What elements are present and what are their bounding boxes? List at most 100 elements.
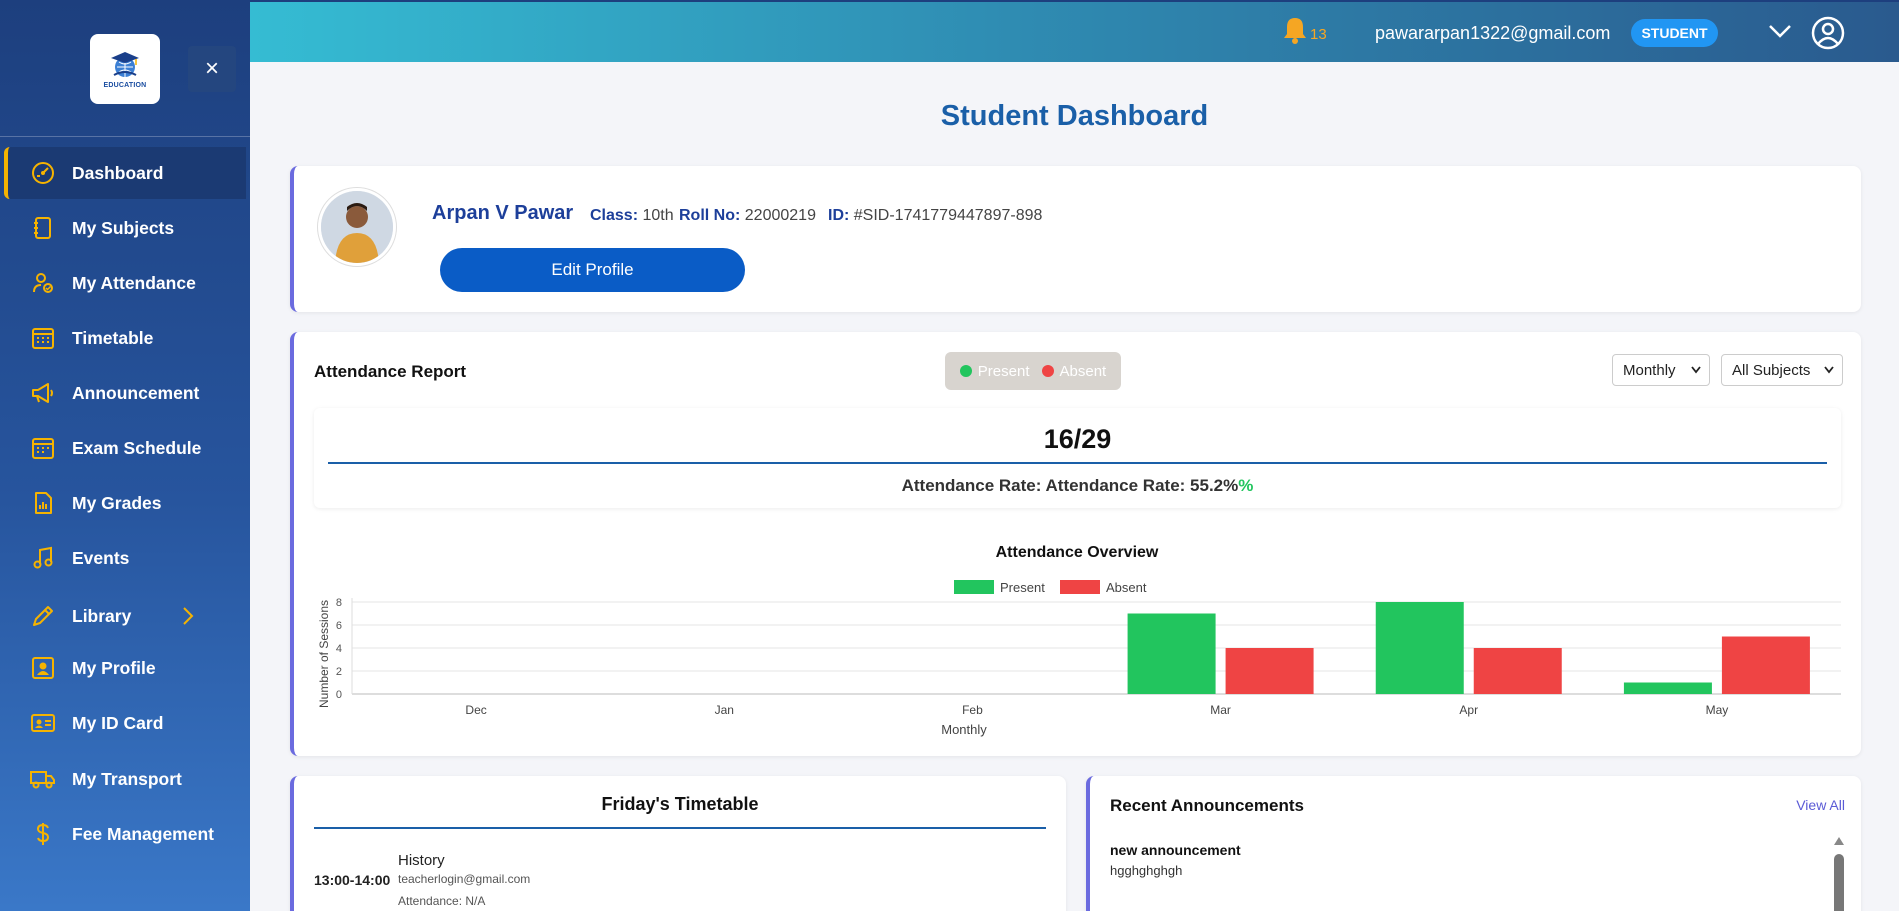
bar-present-mar xyxy=(1127,613,1216,694)
avatar xyxy=(318,188,396,266)
y-tick-label: 6 xyxy=(336,620,342,632)
scrollbar-thumb[interactable] xyxy=(1834,854,1844,911)
y-tick-label: 8 xyxy=(336,597,342,609)
legend-swatch-present xyxy=(954,580,994,594)
sidebar-item-library[interactable]: Library xyxy=(4,590,246,642)
roll-value: 22000219 xyxy=(744,207,816,224)
bar-present-may xyxy=(1623,682,1712,694)
page-title: Student Dashboard xyxy=(940,100,1209,132)
attendance-rate: Attendance Rate: Attendance Rate: 55.2%% xyxy=(314,476,1841,496)
legend-label-absent: Absent xyxy=(1106,580,1147,595)
chart-legend: Present Absent xyxy=(954,580,1147,595)
sidebar-item-timetable[interactable]: Timetable xyxy=(4,312,246,364)
calendar-icon xyxy=(30,435,56,461)
sidebar-item-my-transport[interactable]: My Transport xyxy=(4,753,246,805)
top-header: 13 pawararpan1322@gmail.com STUDENT xyxy=(250,0,1899,62)
x-tick-label: May xyxy=(1706,703,1729,717)
summary-divider xyxy=(328,462,1827,464)
class-info: Class: 10th xyxy=(590,207,674,225)
truck-icon xyxy=(30,766,56,792)
sidebar-item-label: Announcement xyxy=(72,382,200,403)
absent-dot-icon xyxy=(1041,364,1054,377)
sidebar-item-fee-management[interactable]: Fee Management xyxy=(4,808,246,860)
dollar-icon xyxy=(30,821,56,847)
user-email: pawararpan1322@gmail.com xyxy=(1375,23,1611,43)
close-sidebar-button[interactable]: × xyxy=(188,46,236,92)
profile-icon xyxy=(30,655,56,681)
chart-title: Attendance Overview xyxy=(996,544,1159,561)
dashboard-gauge-icon xyxy=(30,160,56,186)
calendar-grid-icon xyxy=(30,325,56,351)
period-select-value: Monthly xyxy=(1623,361,1676,379)
sidebar-item-my-attendance[interactable]: My Attendance xyxy=(4,257,246,309)
timetable-card: Friday's Timetable 13:00-14:00 History t… xyxy=(290,776,1066,911)
sidebar-item-my-subjects[interactable]: My Subjects xyxy=(4,202,246,254)
legend-swatch-absent xyxy=(1060,580,1100,594)
subject-select-value: All Subjects xyxy=(1732,361,1811,379)
chevron-down-icon xyxy=(1691,366,1701,374)
attendance-summary: 16/29 Attendance Rate: Attendance Rate: … xyxy=(314,408,1841,508)
student-id-info: ID: #SID-1741779447897-898 xyxy=(828,207,1042,225)
sidebar-item-my-profile[interactable]: My Profile xyxy=(4,642,246,694)
legend-label-present: Present xyxy=(1000,580,1045,595)
legend-absent: Absent xyxy=(1041,363,1106,380)
sidebar-item-label: My Transport xyxy=(72,768,182,789)
roll-label: Roll No: xyxy=(679,207,741,224)
announcements-title: Recent Announcements xyxy=(1110,796,1304,815)
notification-bell-icon[interactable] xyxy=(1282,16,1308,44)
sidebar-item-dashboard[interactable]: Dashboard xyxy=(4,147,246,199)
attendance-legend: Present Absent xyxy=(945,352,1121,390)
report-chart-icon xyxy=(30,490,56,516)
megaphone-icon xyxy=(30,380,56,406)
view-all-link[interactable]: View All xyxy=(1796,797,1845,813)
legend-present: Present xyxy=(959,363,1030,380)
attendance-report-card: Attendance Report Present Absent Monthly… xyxy=(290,332,1861,756)
announcements-card: Recent Announcements View All new announ… xyxy=(1086,776,1861,911)
announcement-title[interactable]: new announcement xyxy=(1110,842,1241,858)
sidebar-item-my-grades[interactable]: My Grades xyxy=(4,477,246,529)
logo-text: EDUCATION xyxy=(103,81,147,89)
sidebar-item-my-id-card[interactable]: My ID Card xyxy=(4,697,246,749)
period-select[interactable]: Monthly xyxy=(1612,354,1710,386)
role-badge: STUDENT xyxy=(1631,19,1718,47)
period-attendance: Attendance: N/A xyxy=(398,894,486,908)
bar-absent-apr xyxy=(1473,648,1562,694)
sidebar-item-events[interactable]: Events xyxy=(4,532,246,584)
chart-grid xyxy=(351,598,1841,695)
sidebar-item-label: My ID Card xyxy=(72,712,164,733)
chevron-down-icon[interactable] xyxy=(1768,22,1792,40)
scroll-up-icon[interactable] xyxy=(1833,836,1845,846)
attendance-rate-suffix: % xyxy=(1238,476,1254,495)
chart-y-ticks: 0 2 4 6 8 xyxy=(336,597,342,701)
pencil-icon xyxy=(30,603,56,629)
music-note-icon xyxy=(30,545,56,571)
profile-card: Arpan V Pawar Class: 10th Roll No: 22000… xyxy=(290,166,1861,312)
bar-absent-may xyxy=(1721,636,1810,694)
subject-select[interactable]: All Subjects xyxy=(1721,354,1843,386)
school-logo[interactable]: EDUCATION xyxy=(90,34,160,104)
sidebar-item-label: Timetable xyxy=(72,327,154,348)
roll-info: Roll No: 22000219 xyxy=(679,207,816,225)
sidebar-item-label: Dashboard xyxy=(72,162,164,183)
id-value: #SID-1741779447897-898 xyxy=(853,207,1043,224)
x-tick-label: Mar xyxy=(1210,703,1231,717)
timetable-divider xyxy=(314,827,1046,829)
sidebar-item-label: My Subjects xyxy=(72,217,175,238)
notebook-icon xyxy=(30,215,56,241)
sidebar-item-label: Library xyxy=(72,605,132,626)
id-label: ID: xyxy=(828,207,850,224)
edit-profile-button[interactable]: Edit Profile xyxy=(440,248,745,292)
sidebar-divider xyxy=(0,136,250,137)
sidebar-item-exam-schedule[interactable]: Exam Schedule xyxy=(4,422,246,474)
y-tick-label: 4 xyxy=(336,643,342,655)
sidebar-item-announcement[interactable]: Announcement xyxy=(4,367,246,419)
sidebar-item-label: My Grades xyxy=(72,492,162,513)
x-tick-label: Jan xyxy=(715,703,734,717)
id-card-icon xyxy=(30,710,56,736)
sidebar-item-label: Fee Management xyxy=(72,823,214,844)
notification-count: 13 xyxy=(1310,26,1327,43)
user-account-icon[interactable] xyxy=(1811,16,1845,50)
period-time: 13:00-14:00 xyxy=(314,872,391,888)
attendance-rate-label: Attendance Rate: Attendance Rate: xyxy=(901,476,1186,495)
bar-absent-mar xyxy=(1225,648,1314,694)
